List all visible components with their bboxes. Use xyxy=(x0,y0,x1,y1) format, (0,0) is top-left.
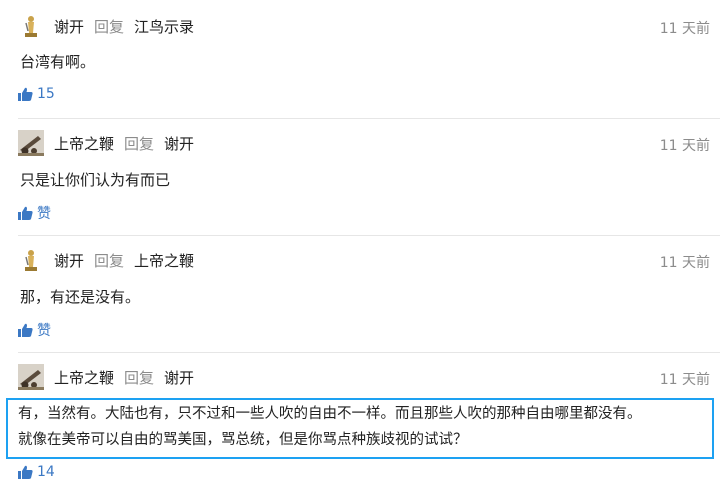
like-button[interactable]: 15 xyxy=(18,86,55,102)
reply-label: 回复 xyxy=(94,251,125,270)
avatar-cannon-icon[interactable] xyxy=(18,364,44,390)
comment-header: 上帝之鞭 回复 谢开 xyxy=(18,364,194,390)
comment-header: 上帝之鞭 回复 谢开 xyxy=(18,130,194,156)
like-button[interactable]: 14 xyxy=(18,464,55,480)
reply-to-author[interactable]: 江鸟示录 xyxy=(134,16,194,37)
like-count: 14 xyxy=(37,464,55,480)
comment-text: 台湾有啊。 xyxy=(20,53,96,71)
comment-text: 那，有还是没有。 xyxy=(20,288,141,306)
comment-time: 11 天前 xyxy=(659,372,710,388)
comment-time: 11 天前 xyxy=(659,21,710,37)
comment-time: 11 天前 xyxy=(659,255,710,271)
divider xyxy=(18,235,720,236)
reply-label: 回复 xyxy=(94,17,125,36)
comment-text-line-2: 就像在美帝可以自由的骂美国，骂总统，但是你骂点种族歧视的试试？ xyxy=(18,432,468,448)
reply-label: 回复 xyxy=(124,134,155,153)
reply-label: 回复 xyxy=(124,368,155,387)
comment-author[interactable]: 谢开 xyxy=(54,250,84,271)
thumbs-up-icon xyxy=(18,206,33,220)
divider xyxy=(18,118,720,119)
comment-text-line-1: 有，当然有。大陆也有，只不过和一些人吹的自由不一样。而且那些人吹的那种自由哪里都… xyxy=(18,406,642,422)
avatar-figurine-icon[interactable] xyxy=(18,247,44,273)
thumbs-up-icon xyxy=(18,323,33,337)
like-label: 赞 xyxy=(37,323,51,339)
like-label: 赞 xyxy=(37,206,51,222)
thumbs-up-icon xyxy=(18,465,33,479)
avatar-cannon-icon[interactable] xyxy=(18,130,44,156)
reply-to-author[interactable]: 谢开 xyxy=(164,133,194,154)
divider xyxy=(18,352,720,353)
avatar-figurine-icon[interactable] xyxy=(18,13,44,39)
comment-text: 只是让你们认为有而已 xyxy=(20,171,171,189)
like-button[interactable]: 赞 xyxy=(18,320,51,340)
comment-author[interactable]: 上帝之鞭 xyxy=(54,367,114,388)
reply-to-author[interactable]: 谢开 xyxy=(164,367,194,388)
comment-time: 11 天前 xyxy=(659,138,710,154)
comment-author[interactable]: 谢开 xyxy=(54,16,84,37)
comment-header: 谢开 回复 江鸟示录 xyxy=(18,13,194,39)
thumbs-up-icon xyxy=(18,87,33,101)
comment-text: 有，当然有。大陆也有，只不过和一些人吹的自由不一样。而且那些人吹的那种自由哪里都… xyxy=(18,401,642,453)
comment-author[interactable]: 上帝之鞭 xyxy=(54,133,114,154)
like-count: 15 xyxy=(37,86,55,102)
reply-to-author[interactable]: 上帝之鞭 xyxy=(134,250,194,271)
comment-header: 谢开 回复 上帝之鞭 xyxy=(18,247,194,273)
like-button[interactable]: 赞 xyxy=(18,203,51,223)
